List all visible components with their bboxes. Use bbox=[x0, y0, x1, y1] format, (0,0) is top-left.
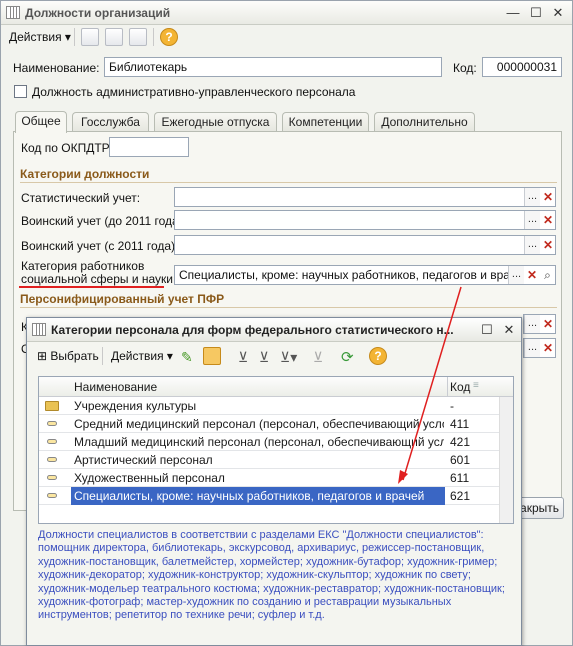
annotation-arrow-line bbox=[402, 286, 462, 481]
annotation-arrow-head bbox=[398, 470, 408, 484]
annotation-arrow bbox=[398, 286, 462, 484]
tab-general[interactable]: Общее bbox=[15, 111, 67, 133]
